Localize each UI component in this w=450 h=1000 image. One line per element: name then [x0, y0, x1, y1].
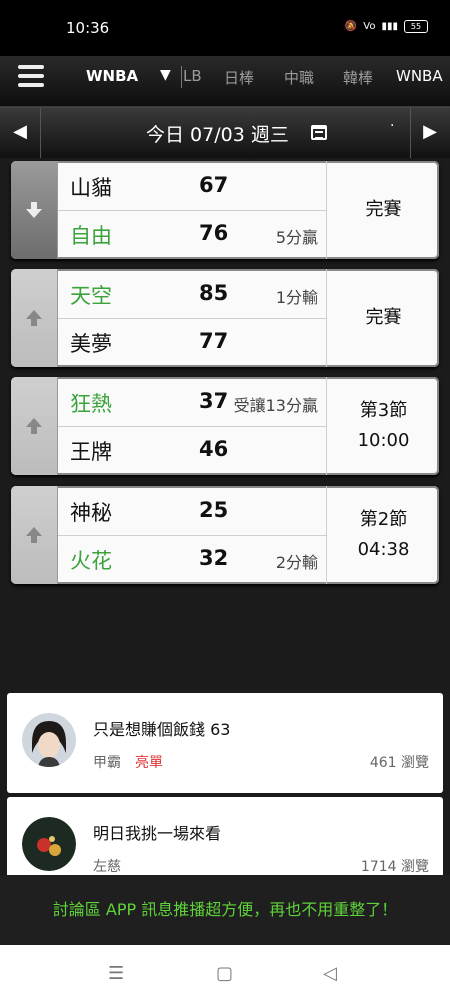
team-score: 67 [199, 173, 229, 197]
arrow-down-icon [26, 202, 42, 218]
team-name: 山貓 [70, 176, 112, 200]
game-arrow[interactable] [11, 377, 58, 475]
game-status: 第3節 10:00 [326, 377, 439, 475]
prev-date-button[interactable]: ◀ [0, 108, 40, 158]
team-name: 美夢 [70, 332, 112, 356]
team-score: 76 [199, 221, 229, 245]
triangle-down-icon[interactable]: ▼ [160, 67, 171, 83]
team-note: 受讓13分贏 [233, 396, 318, 415]
post-views: 461 瀏覽 [369, 755, 429, 771]
game-status-line2: 04:38 [357, 539, 410, 560]
back-icon[interactable]: ◁ [323, 963, 337, 984]
forum-post[interactable]: 明日我挑一場來看 左慈 1714 瀏覽 [7, 797, 443, 875]
team-note: 1分輸 [275, 288, 318, 307]
team-row: 美夢 77 [58, 318, 326, 366]
game-arrow[interactable] [11, 486, 58, 584]
game-status-line1: 完賽 [365, 307, 402, 328]
team-row: 自由 76 5分贏 [58, 210, 326, 258]
nav-separator [181, 66, 182, 88]
team-row: 天空 85 1分輸 [58, 270, 326, 319]
team-score: 46 [199, 437, 229, 461]
avatar[interactable] [22, 817, 76, 871]
arrow-up-icon [26, 418, 42, 434]
tab-cpbl[interactable]: 中職 [284, 67, 314, 88]
team-score: 32 [199, 546, 229, 570]
team-name: 神秘 [70, 501, 112, 525]
game-card[interactable]: 山貓 67 自由 76 5分贏 完賽 [11, 161, 439, 259]
mute-icon: 🔕 [344, 21, 358, 32]
game-status-line1: 第2節 [359, 509, 408, 530]
menu-icon[interactable]: ☰ [108, 963, 124, 984]
team-row: 火花 32 2分輸 [58, 535, 326, 583]
status-time: 10:36 [66, 19, 110, 37]
hamburger-menu-icon[interactable] [18, 65, 44, 89]
forum-post[interactable]: 只是想賺個飯錢 63 甲霸 亮單 461 瀏覽 [7, 693, 443, 793]
next-date-button[interactable]: ▶ [410, 108, 450, 158]
signal-icon: ▮▮▮ [381, 21, 398, 32]
home-icon[interactable]: ▢ [216, 963, 233, 984]
indicator-dot: · [390, 118, 395, 134]
date-separator-left [40, 108, 41, 158]
status-icons: 🔕 Vo ▮▮▮ 55 [345, 20, 428, 33]
team-score: 85 [199, 281, 229, 305]
game-card[interactable]: 狂熱 37 受讓13分贏 王牌 46 第3節 10:00 [11, 377, 439, 475]
promo-banner[interactable]: 討論區 APP 訊息推播超方便，再也不用重整了！ [0, 875, 450, 945]
game-status-line1: 完賽 [365, 199, 402, 220]
game-status-line1: 第3節 [359, 400, 408, 421]
team-name: 王牌 [70, 440, 112, 464]
arrow-up-icon [26, 527, 42, 543]
game-status-line2: 10:00 [357, 430, 410, 451]
team-score: 77 [199, 329, 229, 353]
status-bar: 10:36 🔕 Vo ▮▮▮ 55 [0, 0, 450, 56]
calendar-icon[interactable] [311, 125, 327, 140]
post-views: 1714 瀏覽 [360, 859, 429, 875]
arrow-up-icon [26, 310, 42, 326]
team-note: 5分贏 [275, 228, 318, 247]
team-score: 37 [199, 389, 229, 413]
tab-kbo[interactable]: 韓棒 [343, 67, 373, 88]
system-nav-bar: ☰ ▢ ◁ [0, 945, 450, 1000]
team-note: 2分輸 [275, 553, 318, 572]
game-status: 完賽 [326, 161, 439, 259]
top-nav: WNBA ▼ LB 日棒 中職 韓棒 WNBA [0, 56, 450, 107]
game-card[interactable]: 天空 85 1分輸 美夢 77 完賽 [11, 269, 439, 367]
team-score: 25 [199, 498, 229, 522]
team-name: 火花 [70, 549, 112, 573]
post-tag: 亮單 [135, 755, 163, 771]
post-title[interactable]: 明日我挑一場來看 [93, 820, 221, 844]
volte-icon: Vo [363, 21, 376, 32]
avatar[interactable] [22, 713, 76, 767]
team-row: 神秘 25 [58, 487, 326, 536]
post-author[interactable]: 甲霸 [93, 752, 121, 772]
team-name: 狂熱 [70, 392, 112, 416]
team-row: 王牌 46 [58, 426, 326, 474]
date-label[interactable]: 今日 07/03 週三 [146, 120, 289, 147]
game-arrow[interactable] [11, 161, 58, 259]
post-author[interactable]: 左慈 [93, 856, 121, 876]
game-status: 第2節 04:38 [326, 486, 439, 584]
game-card[interactable]: 神秘 25 火花 32 2分輸 第2節 04:38 [11, 486, 439, 584]
team-row: 山貓 67 [58, 162, 326, 211]
game-status: 完賽 [326, 269, 439, 367]
date-bar: ◀ 今日 07/03 週三 · ▶ [0, 107, 450, 158]
post-title[interactable]: 只是想賺個飯錢 63 [93, 716, 230, 740]
tab-wnba[interactable]: WNBA [86, 67, 138, 85]
tab-lb[interactable]: LB [183, 67, 202, 85]
battery-icon: 55 [404, 20, 428, 33]
team-row: 狂熱 37 受讓13分贏 [58, 378, 326, 427]
tab-npb[interactable]: 日棒 [224, 67, 254, 88]
game-arrow[interactable] [11, 269, 58, 367]
tab-wnba-2[interactable]: WNBA [396, 67, 443, 85]
team-name: 天空 [70, 284, 112, 308]
team-name: 自由 [70, 224, 112, 248]
